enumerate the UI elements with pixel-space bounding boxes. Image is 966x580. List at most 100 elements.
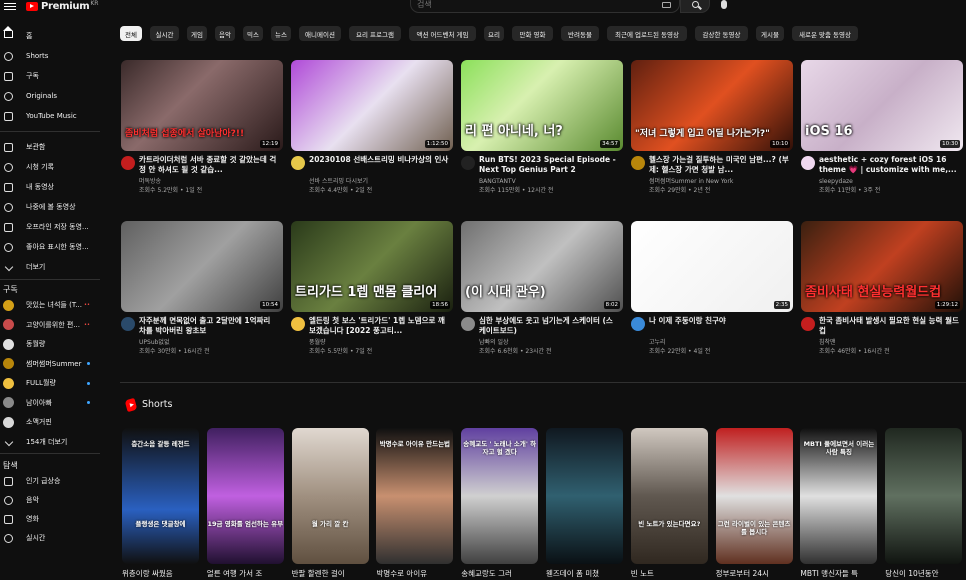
channel-name[interactable]: sleepydaze xyxy=(819,177,959,186)
sidebar-item-subscriptions[interactable]: 구독 xyxy=(0,67,104,85)
sidebar-item-live[interactable]: 실시간 xyxy=(0,529,104,547)
video-title[interactable]: 한국 좀비사태 발생시 필요한 현실 능력 월드컵 xyxy=(819,316,959,336)
chip-13[interactable]: 감상한 동영상 xyxy=(695,26,748,41)
channel-avatar[interactable] xyxy=(121,156,135,170)
sidebar-item-youtube-music[interactable]: YouTube Music xyxy=(0,107,104,125)
short-title[interactable]: 당신이 10년동안 xyxy=(885,568,962,579)
chip-15[interactable]: 새로운 맞춤 동영상 xyxy=(792,26,858,41)
channel-avatar[interactable] xyxy=(121,317,135,331)
short-title[interactable]: 송혜교랑도 그러 xyxy=(461,568,538,579)
short-thumbnail[interactable]: MBTI 풀에보면서 이러는 사람 특징 xyxy=(800,428,878,564)
video-thumbnail[interactable]: 1:12:50 xyxy=(291,60,453,151)
chip-1[interactable]: 실시간 xyxy=(150,26,179,41)
sidebar-item-movies[interactable]: 영화 xyxy=(0,510,104,528)
channel-avatar[interactable] xyxy=(801,156,815,170)
chip-14[interactable]: 게시물 xyxy=(756,26,784,41)
short-thumbnail[interactable]: 빈 노트가 있는다면요? xyxy=(630,428,708,564)
sidebar-item-chevron-down[interactable]: 더보기 xyxy=(0,258,104,276)
sidebar-channel[interactable]: 154개 더보기 xyxy=(0,433,104,451)
short-title[interactable]: 웬즈데이 폼 미쳤 xyxy=(546,568,623,579)
channel-name[interactable]: 선바 스트리밍 다시보기 xyxy=(309,177,449,186)
short-thumbnail[interactable]: 월 가리 깔 칸 xyxy=(291,428,369,564)
video-title[interactable]: aesthetic + cozy forest iOS 16 theme 💗 |… xyxy=(819,155,959,175)
short-thumbnail[interactable]: 19금 영화를 엄선하는 유부 xyxy=(206,428,284,564)
short-title[interactable]: 반팔 할렌한 걸이 xyxy=(292,568,369,579)
short-title[interactable]: 정부로부터 24시 xyxy=(716,568,793,579)
sidebar-channel[interactable]: 동월량 xyxy=(0,335,104,353)
channel-avatar[interactable] xyxy=(461,156,475,170)
sidebar-channel[interactable]: 소맥거핀 xyxy=(0,413,104,431)
channel-name[interactable]: 남빠의 일상 xyxy=(479,338,619,347)
sidebar-channel[interactable]: 맛있는 녀석들 (T... •• xyxy=(0,296,104,314)
chip-0[interactable]: 전체 xyxy=(120,26,142,41)
keyboard-icon[interactable] xyxy=(662,2,671,8)
channel-name[interactable]: 머독방송 xyxy=(139,177,279,186)
menu-icon[interactable] xyxy=(4,1,16,11)
video-thumbnail[interactable]: 10:54 xyxy=(121,221,283,312)
video-title[interactable]: 20230108 선배스트리밍 비나카상의 인사 xyxy=(309,155,449,175)
channel-name[interactable]: UPSub없없 xyxy=(139,338,279,347)
video-thumbnail[interactable]: "저녀 그렇게 입고 어딜 나가는가?" 10:10 xyxy=(631,60,793,151)
short-thumbnail[interactable]: 박명수로 아이유 만드는법 xyxy=(376,428,454,564)
channel-name[interactable]: 풍월량 xyxy=(309,338,449,347)
video-title[interactable]: 헬스장 가는걸 질투하는 미국인 남편...? (부제: 헬스장 가면 청발 남… xyxy=(649,155,789,175)
short-thumbnail[interactable] xyxy=(546,428,623,564)
chip-12[interactable]: 최근에 업로드된 동영상 xyxy=(607,26,687,41)
video-title[interactable]: 엘든링 첫 보스 '트리가드' 1렙 노뎀으로 깨보겠습니다 [2022 풍고티… xyxy=(309,316,449,336)
sidebar-item-music[interactable]: 음악 xyxy=(0,491,104,509)
chip-4[interactable]: 믹스 xyxy=(243,26,263,41)
chip-5[interactable]: 뉴스 xyxy=(271,26,291,41)
sidebar-item-originals[interactable]: Originals xyxy=(0,87,104,105)
chip-7[interactable]: 요리 프로그램 xyxy=(349,26,401,41)
channel-avatar[interactable] xyxy=(291,317,305,331)
microphone-icon[interactable] xyxy=(721,0,727,9)
video-title[interactable]: 자주분께 면목없어 출고 2달만에 1억짜리 차를 박아버린 왕초보 xyxy=(139,316,279,336)
chip-9[interactable]: 요리 xyxy=(484,26,504,41)
chip-2[interactable]: 게임 xyxy=(187,26,207,41)
sidebar-item-trending[interactable]: 인기 급상승 xyxy=(0,472,104,490)
short-thumbnail[interactable]: 송혜교도 ' 노래나 소개' 하자고 헐 겠다 xyxy=(461,428,539,564)
video-thumbnail[interactable]: 리 편 아니네, 너? 34:57 xyxy=(461,60,623,151)
video-title[interactable]: 카트라이더처럼 서바 종료할 것 같았는데 걱정 안 하셔도 될 것 같습... xyxy=(139,155,279,175)
sidebar-item-library[interactable]: 보관함 xyxy=(0,138,104,156)
video-thumbnail[interactable]: 좀비처럼 섭종에서 살아남아?!! 12:19 xyxy=(121,60,283,151)
chip-10[interactable]: 만화 영화 xyxy=(512,26,553,41)
youtube-logo[interactable]: Premium KR xyxy=(26,0,98,12)
video-thumbnail[interactable]: iOS 16 10:30 xyxy=(801,60,963,151)
short-thumbnail[interactable]: 그런 라이벌이 있는 콘텐츠를 봅시다 xyxy=(715,428,793,564)
short-title[interactable]: MBTI 맹신자들 특 xyxy=(800,568,877,579)
sidebar-channel[interactable]: 남이아빠 xyxy=(0,394,104,412)
sidebar-item-home[interactable]: 홈 xyxy=(0,26,104,45)
channel-avatar[interactable] xyxy=(461,317,475,331)
short-title[interactable]: 빈 노트 xyxy=(631,568,708,579)
sidebar-channel[interactable]: 썸머썸머Summer i... xyxy=(0,355,104,373)
channel-name[interactable]: 썸머썸머Summer in New York xyxy=(649,177,789,186)
channel-name[interactable]: 침착맨 xyxy=(819,338,959,347)
channel-avatar[interactable] xyxy=(801,317,815,331)
short-title[interactable]: 얼른 여행 가서 조 xyxy=(207,568,284,579)
search-button[interactable] xyxy=(680,0,710,13)
short-thumbnail[interactable] xyxy=(885,428,963,564)
video-thumbnail[interactable]: 좀비사태 현실능력월드컵 1:29:12 xyxy=(801,221,963,312)
sidebar-channel[interactable]: FULL월량 xyxy=(0,374,104,392)
chip-3[interactable]: 음악 xyxy=(215,26,235,41)
short-title[interactable]: 위층이랑 싸웠음 xyxy=(122,568,199,579)
sidebar-item-shorts[interactable]: Shorts xyxy=(0,47,104,65)
video-thumbnail[interactable]: 2:35 xyxy=(631,221,793,312)
short-title[interactable]: 박명수로 아이유 xyxy=(376,568,453,579)
video-title[interactable]: 심한 부상에도 웃고 넘기는게 스케이터 (스케이트보드) xyxy=(479,316,619,336)
video-thumbnail[interactable]: (이 시대 관우) 8:02 xyxy=(461,221,623,312)
chip-11[interactable]: 반려동물 xyxy=(561,26,599,41)
chip-6[interactable]: 애니메이션 xyxy=(299,26,341,41)
sidebar-item-history[interactable]: 시청 기록 xyxy=(0,158,104,176)
sidebar-item-watch-later[interactable]: 나중에 볼 동영상 xyxy=(0,198,104,216)
sidebar-item-downloads[interactable]: 오프라인 저장 동영... xyxy=(0,218,104,236)
channel-avatar[interactable] xyxy=(631,156,645,170)
sidebar-channel[interactable]: 고양이를위한 편... •• xyxy=(0,316,104,334)
video-title[interactable]: 나 이제 주둥이랑 친구야 xyxy=(649,316,789,336)
short-thumbnail[interactable]: 층간소음 갈등 레전드 플랭생은 댓글창에 xyxy=(122,428,199,564)
channel-name[interactable]: BANGTANTV xyxy=(479,177,619,186)
chip-8[interactable]: 액션 어드벤처 게임 xyxy=(409,26,476,41)
channel-name[interactable]: 고누리 xyxy=(649,338,789,347)
video-thumbnail[interactable]: 트리가드 1렙 맨몸 클리어 18:56 xyxy=(291,221,453,312)
